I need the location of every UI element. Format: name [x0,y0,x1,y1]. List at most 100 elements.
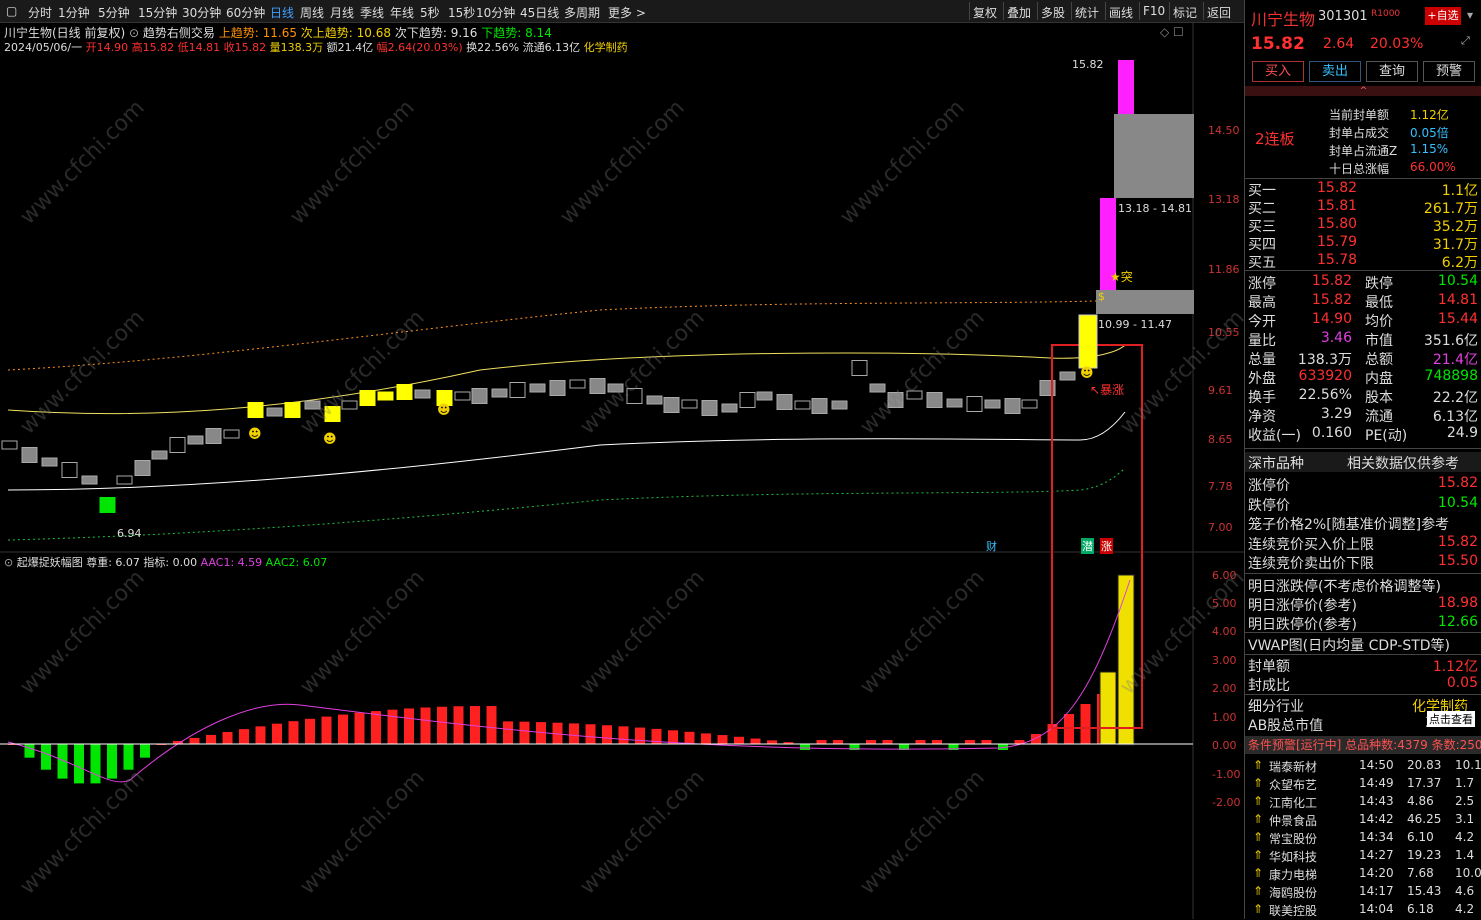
period-tab[interactable]: 多周期 [564,4,600,21]
candle [341,400,358,410]
period-tab[interactable]: 30分钟 [182,4,221,21]
indicator-bar [123,744,134,770]
candle [41,457,58,467]
period-tab[interactable]: 分时 [28,4,52,21]
alert-row[interactable]: ⇑ 华如科技 14:27 19.23 1.4 [1245,848,1481,866]
ohlc-amt: 额21.4亿 [326,41,374,54]
toolbar-button[interactable]: 返回 [1207,4,1231,21]
alert-price: 15.43 [1407,884,1442,898]
chart-stock-title: 川宁生物(日线 前复权) [4,26,126,40]
indicator-bar [420,707,431,744]
expand-icon[interactable]: ⤢ [1461,34,1470,48]
period-tab[interactable]: 45日线 [520,4,559,21]
candle [646,395,663,405]
period-toolbar: ▢ 分时 1分钟 5分钟 15分钟 30分钟 60分钟 日线 周线 月线 季线 年线 5秒 15秒 10分… [0,0,1244,23]
toolbar-button[interactable]: 复权 [973,4,997,21]
candle [414,389,431,399]
stock-code: 301301 [1318,9,1368,24]
indicator-bar [635,727,645,744]
last-price: 15.82 [1251,34,1305,54]
toolbar-button[interactable]: 标记 [1173,4,1197,21]
period-tab[interactable]: 5分钟 [98,4,130,21]
candle [776,394,793,410]
period-tab[interactable]: 1分钟 [58,4,90,21]
indicator-bar [750,738,761,744]
period-tab[interactable]: 月线 [330,4,354,21]
next-down-trend: 次下趋势: 9.16 [394,26,478,40]
stat-label: PE(动) [1365,428,1408,444]
alert-time: 14:50 [1359,758,1394,772]
click-tip[interactable]: 点击查看 [1427,711,1475,727]
indicator-tick: -1.00 [1212,768,1241,781]
toolbar-button[interactable]: 画线 [1109,4,1133,21]
period-tab[interactable]: 日线 [270,4,294,21]
seal-row: 封单占成交 0.05倍 [1245,124,1481,142]
indicator-bar [866,740,876,744]
smiley-icon: ☻ [248,427,262,442]
sell-button[interactable]: 卖出 [1309,61,1361,82]
period-tab[interactable]: 60分钟 [226,4,265,21]
menu-square-icon[interactable]: ▢ [6,4,17,18]
alert-button[interactable]: 预警 [1423,61,1475,82]
period-tab[interactable]: 更多 > [608,4,646,21]
bid-vol: 6.2万 [1441,255,1478,271]
alert-row[interactable]: ⇑ 瑞泰新材 14:50 20.83 10.1 [1245,758,1481,776]
alert-row[interactable]: ⇑ 仲景食品 14:42 46.25 3.1 [1245,812,1481,830]
candle [1021,399,1038,409]
period-tab[interactable]: 15秒 [448,4,475,21]
toolbar-button[interactable]: 统计 [1075,4,1099,21]
alert-row[interactable]: ⇑ 众望布艺 14:49 17.37 1.7 [1245,776,1481,794]
indicator-settings-icon[interactable]: ⊙ [129,26,139,40]
alert-row[interactable]: ⇑ 海鸥股份 14:17 15.43 4.6 [1245,884,1481,902]
limit-row: 连续竞价卖出价下限 15.50 [1245,553,1481,572]
ohlc-close: 收15.82 [223,41,267,54]
period-tab[interactable]: 季线 [360,4,384,21]
query-button[interactable]: 查询 [1366,61,1418,82]
arrow-up-icon: ⇑ [1253,758,1264,772]
period-tab[interactable]: 10分钟 [476,4,515,21]
indicator-bar [915,740,926,744]
seal2-value: 1.12亿 [1432,659,1478,675]
limit-label: 连续竞价买入价上限 [1248,536,1374,553]
candle [151,450,168,460]
chart-header-line2: 2024/05/06/一 开14.90 高15.82 低14.81 收15.82… [4,39,628,55]
buy-button[interactable]: 买入 [1252,61,1304,82]
smiley-icon: ☻ [1080,366,1094,381]
period-tab[interactable]: 15分钟 [138,4,177,21]
chart-expand-icon[interactable]: ◇ ☐ [1160,25,1184,39]
seal2-row: 封单额 1.12亿 [1245,656,1481,675]
kline-chart[interactable] [0,22,1244,919]
period-tab[interactable]: 5秒 [420,4,440,21]
candle [626,388,643,404]
toolbar-button[interactable]: F10 [1143,4,1165,18]
indicator-tick: 0.00 [1212,739,1237,752]
alert-row[interactable]: ⇑ 常宝股份 14:34 6.10 4.2 [1245,830,1481,848]
alert-name: 江南化工 [1269,796,1318,810]
candle [304,400,321,410]
indicator-settings-icon[interactable]: ⊙ [4,556,13,569]
tomorrow-row: 明日涨跌停(不考虑价格调整等) [1245,576,1481,595]
toolbar-button[interactable]: 多股 [1041,4,1065,21]
stat-label: 均价 [1365,314,1393,330]
resistance-zone-1 [1114,114,1194,198]
add-watchlist-button[interactable]: +自选 [1425,7,1461,25]
bid-label: 买三 [1248,219,1276,235]
stat-value: 3.46 [1320,330,1352,346]
period-tab[interactable]: 年线 [390,4,414,21]
alert-row[interactable]: ⇑ 联美控股 14:04 6.18 4.2 [1245,902,1481,920]
more-icon[interactable]: ▾ [1467,8,1473,22]
collapse-bar[interactable]: ^ [1245,86,1481,96]
stat-row: 涨停 15.82 跌停 10.54 [1245,273,1481,292]
ohlc-turn: 换22.56% [466,41,520,54]
bid-vol: 35.2万 [1432,219,1478,235]
alert-row[interactable]: ⇑ 康力电梯 14:20 7.68 10.0 [1245,866,1481,884]
stat-row: 量比 3.46 市值 351.6亿 [1245,330,1481,349]
alert-row[interactable]: ⇑ 江南化工 14:43 4.86 2.5 [1245,794,1481,812]
vwap-row[interactable]: VWAP图(日内均量 CDP-STD等) [1248,635,1450,655]
candle [926,392,943,408]
alert-price: 4.86 [1407,794,1434,808]
stat-label: 总量 [1248,352,1276,368]
toolbar-button[interactable]: 叠加 [1007,4,1031,21]
period-tab[interactable]: 周线 [300,4,324,21]
candle [851,360,868,376]
